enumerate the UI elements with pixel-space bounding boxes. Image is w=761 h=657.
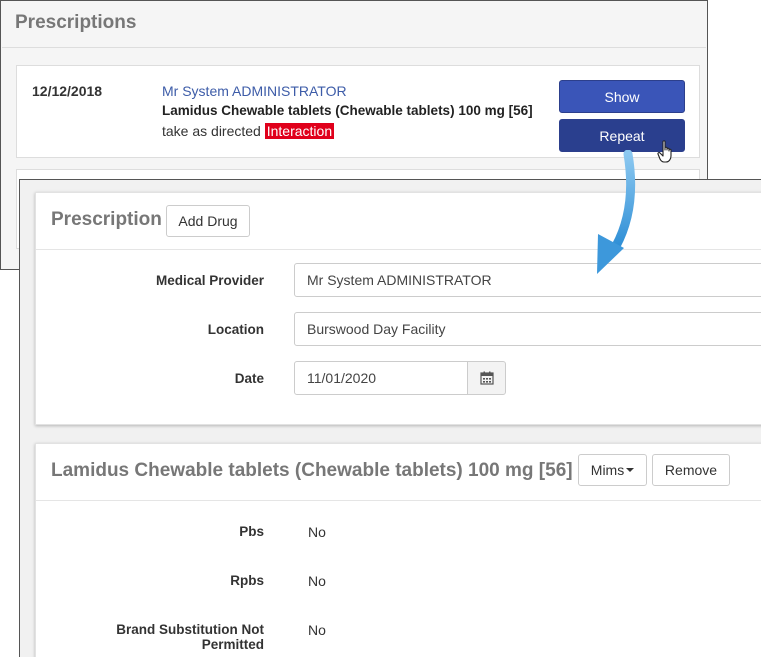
brand-substitution-label: Brand Substitution Not Permitted [116,622,264,652]
hand-pointer-icon [657,140,672,163]
prescription-instructions: take as directed Interaction [162,123,335,139]
prescription-list-item: 12/12/2018 Mr System ADMINISTRATOR Lamid… [16,65,700,158]
add-drug-button[interactable]: Add Drug [166,205,250,237]
brand-substitution-value: No [308,622,326,638]
location-field[interactable]: Burswood Day Facility [294,312,761,346]
mims-label: Mims [590,462,625,478]
date-label: Date [234,371,264,386]
prescription-date: 12/12/2018 [32,83,103,99]
rpbs-label: Rpbs [230,573,264,588]
interaction-badge[interactable]: Interaction [264,123,335,139]
location-label: Location [207,322,264,337]
calendar-button[interactable] [467,361,506,395]
prescriptions-title: Prescriptions [15,12,137,33]
pbs-value: No [308,524,326,540]
date-field[interactable]: 11/01/2020 [294,361,468,395]
show-button[interactable]: Show [559,80,685,113]
mims-dropdown-button[interactable]: Mims [578,454,647,486]
pbs-label: Pbs [239,524,264,539]
prescription-title: Prescription [51,209,162,230]
medical-provider-field[interactable]: Mr System ADMINISTRATOR [294,263,761,297]
instructions-text: take as directed [162,123,261,139]
curved-arrow-icon [597,150,636,274]
drug-panel-header: Lamidus Chewable tablets (Chewable table… [36,444,761,501]
divider [2,47,706,48]
prescription-drug-name: Lamidus Chewable tablets (Chewable table… [162,103,533,118]
rpbs-value: No [308,573,326,589]
remove-button[interactable]: Remove [652,454,730,486]
prescription-panel: Prescription Add Drug Medical Provider M… [35,192,761,425]
drug-title: Lamidus Chewable tablets (Chewable table… [51,460,573,481]
medical-provider-label: Medical Provider [155,273,264,288]
drug-panel: Lamidus Chewable tablets (Chewable table… [35,443,761,657]
prescription-provider-link[interactable]: Mr System ADMINISTRATOR [162,83,347,99]
caret-down-icon [626,468,635,472]
calendar-icon [479,371,494,385]
prescription-panel-header: Prescription Add Drug [36,193,761,250]
